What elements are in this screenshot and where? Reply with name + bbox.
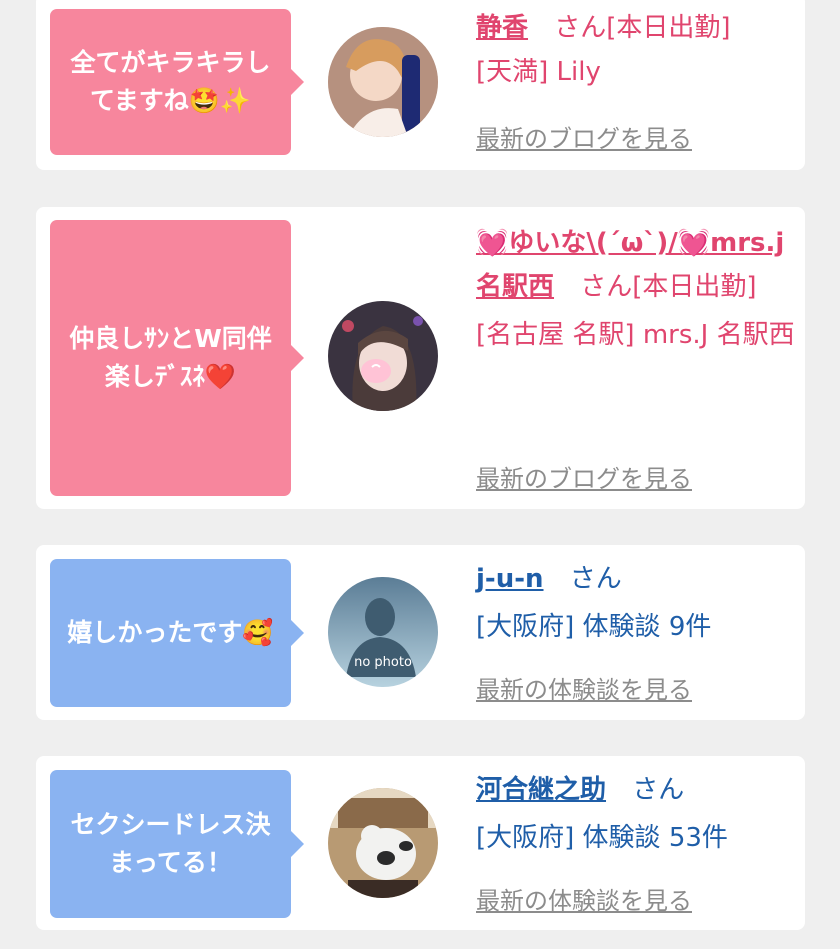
user-name-link[interactable]: j-u-n bbox=[476, 564, 544, 594]
review-card: 仲良しｻﾝとW同伴 楽しﾃﾞｽﾈ❤️ 💓ゆいな\(´ω`)/💓mrs.j名駅西 … bbox=[36, 207, 805, 509]
user-info: 河合継之助 さん [大阪府] 体験談 53件 bbox=[476, 768, 796, 860]
girl-name-link[interactable]: 静香 bbox=[476, 13, 528, 43]
latest-blog-link[interactable]: 最新のブログを見る bbox=[476, 119, 692, 154]
latest-review-link[interactable]: 最新の体験談を見る bbox=[476, 881, 692, 916]
girl-info: 💓ゆいな\(´ω`)/💓mrs.j名駅西 さん[本日出勤] [名古屋 名駅] m… bbox=[476, 221, 796, 357]
shop-label: [天満] Lily bbox=[476, 57, 601, 87]
comment-bubble: 嬉しかったです🥰 bbox=[50, 559, 304, 707]
girl-name-suffix: さん[本日出勤] bbox=[580, 272, 757, 302]
user-name-suffix: さん bbox=[569, 564, 622, 594]
comment-text: 嬉しかったです🥰 bbox=[67, 618, 274, 647]
comment-text: 全てがキラキラし てますね🤩✨ bbox=[70, 48, 271, 115]
review-count-label: [大阪府] 体験談 53件 bbox=[476, 823, 728, 853]
comment-text: 仲良しｻﾝとW同伴 楽しﾃﾞｽﾈ❤️ bbox=[69, 324, 272, 391]
comment-bubble: 仲良しｻﾝとW同伴 楽しﾃﾞｽﾈ❤️ bbox=[50, 220, 304, 496]
user-name-suffix: さん bbox=[632, 775, 685, 805]
review-card: 嬉しかったです🥰 no photo j-u-n さん [大阪府] 体験談 9件 … bbox=[36, 545, 805, 720]
girl-name-suffix: さん[本日出勤] bbox=[554, 13, 731, 43]
review-count-label: [大阪府] 体験談 9件 bbox=[476, 612, 712, 642]
no-photo-label: no photo bbox=[354, 655, 412, 670]
comment-bubble: 全てがキラキラし てますね🤩✨ bbox=[50, 9, 304, 155]
avatar[interactable] bbox=[328, 27, 438, 137]
girl-info: 静香 さん[本日出勤] [天満] Lily bbox=[476, 6, 796, 94]
latest-review-link[interactable]: 最新の体験談を見る bbox=[476, 670, 692, 705]
user-info: j-u-n さん [大阪府] 体験談 9件 bbox=[476, 557, 796, 649]
review-card: セクシードレス決 まってる！ 河合継之助 さん [大阪府] 体験談 53件 最新… bbox=[36, 756, 805, 930]
latest-blog-link[interactable]: 最新のブログを見る bbox=[476, 459, 692, 494]
user-name-link[interactable]: 河合継之助 bbox=[476, 775, 606, 805]
avatar[interactable]: no photo bbox=[328, 577, 438, 687]
avatar[interactable] bbox=[328, 788, 438, 898]
shop-label: [名古屋 名駅] mrs.J 名駅西 bbox=[476, 320, 795, 350]
comment-text: セクシードレス決 まってる！ bbox=[70, 810, 271, 877]
avatar[interactable] bbox=[328, 301, 438, 411]
review-card: 全てがキラキラし てますね🤩✨ 静香 さん[本日出勤] [天満] Lily 最新… bbox=[36, 0, 805, 170]
comment-bubble: セクシードレス決 まってる！ bbox=[50, 770, 304, 918]
